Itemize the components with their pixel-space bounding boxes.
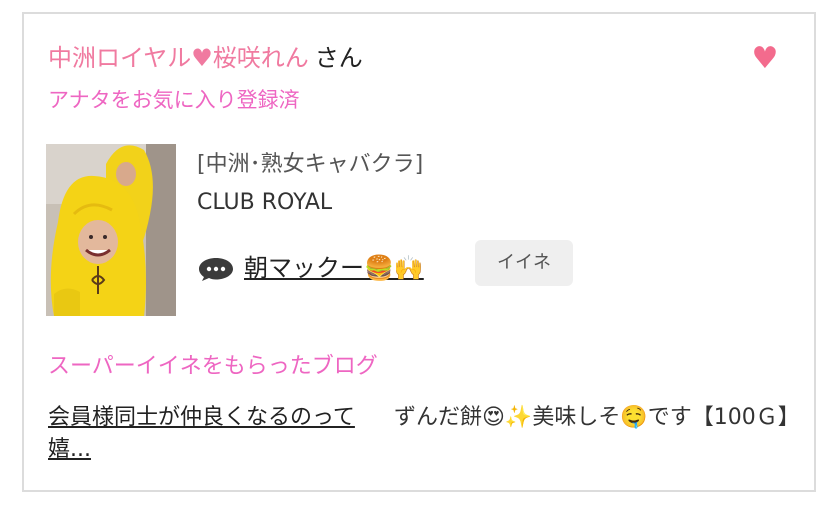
super-like-heading: スーパーイイネをもらったブログ (48, 354, 378, 379)
favorite-status: アナタをお気に入り登録済 (48, 88, 300, 112)
like-button[interactable]: イイネ (475, 240, 573, 286)
blog-post-link[interactable]: 朝マックー🍔🙌 (244, 252, 424, 284)
super-liked-blog-link[interactable]: 会員様同士が仲良くなるのって嬉... (48, 402, 386, 466)
super-like-excerpt: ずんだ餅😍✨美味しそ🤤です【100Ｇ】 (394, 405, 800, 430)
user-line: 中洲ロイヤル♥桜咲れん さん (48, 42, 363, 74)
heart-icon[interactable]: ♥ (750, 44, 780, 74)
user-honorific: さん (314, 44, 363, 72)
blog-card: 中洲ロイヤル♥桜咲れん さん アナタをお気に入り登録済 ♥ [中洲･熟女キャバクラ… (22, 12, 816, 492)
user-name[interactable]: 中洲ロイヤル♥桜咲れん (48, 44, 309, 72)
shop-category: [中洲･熟女キャバクラ] (197, 152, 424, 177)
speech-bubble-icon (199, 258, 233, 281)
post-thumbnail[interactable] (46, 144, 176, 316)
banana-costume-photo (46, 144, 176, 316)
shop-name[interactable]: CLUB ROYAL (197, 188, 332, 218)
